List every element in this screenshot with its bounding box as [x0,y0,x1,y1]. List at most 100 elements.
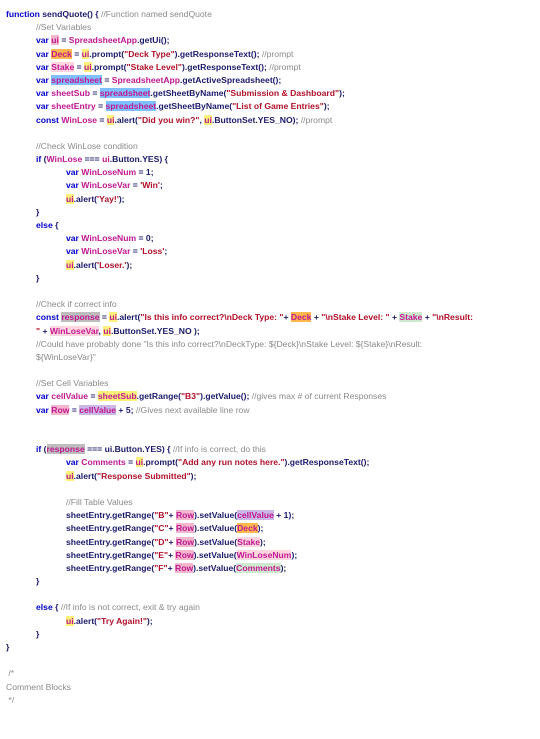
code-token: "Deck Type" [124,48,175,59]
code-line: var Row = cellValue + 5; //Gives next av… [6,404,536,417]
code-token: Comments [81,457,126,468]
code-token: "Try Again!" [97,615,147,626]
code-token: cellValue [79,404,117,415]
code-line: ui.alert("Try Again!"); [6,615,536,628]
code-line: const response = ui.alert("Is this info … [6,311,536,324]
code-token: 'Loss' [140,246,165,257]
code-token: + [283,312,291,323]
code-line: var Comments = ui.prompt("Add any run no… [6,456,536,469]
code-token: Row [175,523,195,534]
code-token: = [88,391,98,402]
code-token: ui [66,470,74,481]
code-token: Stake [237,536,261,547]
code-token: = [69,404,80,415]
code-token: cellValue [237,510,274,521]
code-token: = [89,88,100,99]
code-token: "Submission & Dashboard" [226,88,340,99]
code-line: sheetEntry.getRange("B"+ Row).setValue(c… [6,509,536,522]
code-token: //Gives next available line row [135,404,250,415]
code-token: "\nStake Level: " [321,312,390,323]
code-token: //Check if correct info [36,299,117,310]
code-token: spreadsheet [99,88,151,99]
code-token: var [36,391,52,402]
code-line: var Deck = ui.prompt("Deck Type").getRes… [6,48,536,61]
code-token: sheetEntry.getRange( [66,536,155,547]
code-token: () { [87,9,102,19]
code-token: 'Yay!' [97,193,119,204]
code-token: //Check WinLose condition [36,140,138,151]
code-token: "C" [154,523,169,534]
code-token: + 1); [273,510,295,521]
code-token: sheetEntry [51,101,96,112]
code-token: "D" [154,536,169,547]
code-token: var [66,457,82,468]
code-token: ${WinLoseVar}" [36,351,96,362]
code-token: var [66,233,82,244]
code-token: function [6,9,43,19]
code-token: "Add any run notes here." [178,457,285,468]
code-line: var ui = SpreadsheetApp.getUi(); [6,34,536,47]
code-token: "B3" [180,391,201,402]
code-token: "\nResult: [432,312,473,323]
code-editor[interactable]: function sendQuote() { //Function named … [6,8,536,707]
code-token: } [36,628,40,639]
code-token: = 0; [136,233,154,244]
code-token: "Response Submitted" [97,470,191,481]
code-token: else [36,602,56,613]
code-token: ui [66,615,74,626]
code-token: .getActiveSpreadsheet(); [180,74,282,85]
code-token: ).setValue( [194,536,238,547]
code-token: .alert( [73,470,98,481]
code-token: //Set Cell Variables [36,378,109,389]
code-token: + 5; [116,404,136,415]
code-token: .prompt( [91,61,127,72]
code-token: .Button.YES) { [109,154,168,165]
code-token: if [36,154,44,165]
code-token: const [36,312,62,323]
code-token: SpreadsheetApp [111,74,181,85]
code-line: //Check if correct info [6,298,536,311]
code-line: //Set Cell Variables [6,377,536,390]
code-line: var WinLoseNum = 0; [6,232,536,245]
code-token: //Set Variables [36,22,92,33]
code-token: var [66,246,82,257]
code-token: Row [51,404,70,415]
code-token: WinLoseVar [81,180,131,191]
code-token: = [71,48,82,59]
code-token: + [167,562,175,573]
code-line: /* [6,667,536,680]
code-token: Deck [290,312,312,323]
code-token: cellValue [51,391,89,402]
code-line: " + WinLoseVar, ui.ButtonSet.YES_NO ); [6,325,536,338]
code-token: //prompt [261,48,294,59]
code-token: = [95,101,106,112]
code-token: //prompt [269,61,301,72]
code-token: + [311,312,322,323]
code-line: ui.alert('Yay!'); [6,193,536,206]
code-token: = 1; [136,167,154,178]
code-token: ); [260,536,266,547]
code-token: spreadsheet [105,101,157,112]
code-line: var sheetEntry = spreadsheet.getSheetByN… [6,100,536,113]
code-token: ); [323,101,330,112]
code-token: .getSheetByName( [156,101,233,112]
code-token: = [130,246,141,257]
code-token: .getSheetByName( [150,88,227,99]
code-token: .ButtonSet.YES_NO ); [110,325,200,336]
code-token: + [42,325,50,336]
code-token: === [82,154,103,165]
code-token: ; [159,180,163,191]
code-token: = [101,74,112,85]
code-token: sendQuote [42,9,88,19]
code-line: */ [6,694,536,707]
code-token: 'Loser.' [97,259,127,270]
code-token: 'Win' [140,180,160,191]
code-token: sheetEntry.getRange( [66,510,155,521]
code-token: Row [175,562,194,573]
code-token: = [130,180,141,191]
code-token: .alert( [114,114,138,125]
